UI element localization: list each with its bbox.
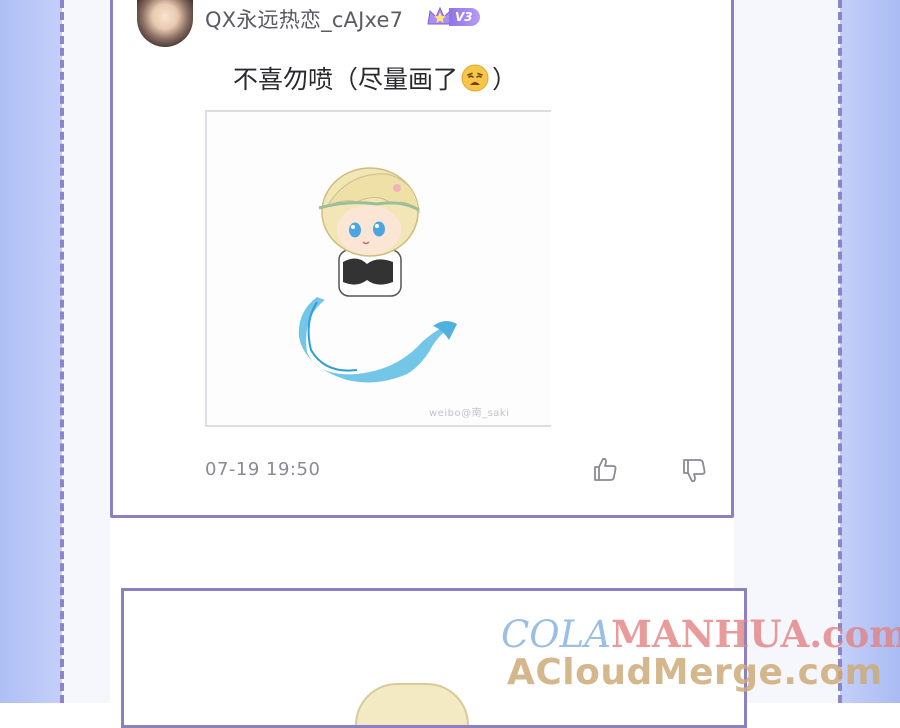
site-watermark-secondary: ACloudMerge.com xyxy=(507,652,883,693)
comment-text: 不喜勿喷（尽量画了 ） xyxy=(233,60,517,96)
right-decorative-strip xyxy=(840,0,900,703)
comment-text-body: 不喜勿喷（尽量画了 xyxy=(233,65,459,94)
thumbs-up-icon[interactable] xyxy=(591,455,619,483)
vip-badge: V3 xyxy=(425,5,480,29)
image-watermark: weibo@南_saki xyxy=(429,408,510,419)
vip-level-label: V3 xyxy=(449,8,480,26)
watermark-dotcom: .com xyxy=(809,612,900,656)
left-decorative-strip xyxy=(0,0,62,703)
chibi-mermaid-illustration xyxy=(298,167,457,383)
weary-face-emoji xyxy=(461,64,489,92)
watermark-manhua: MANHUA xyxy=(610,612,810,656)
comment-image[interactable]: weibo@南_saki xyxy=(205,110,551,427)
comment-timestamp: 07-19 19:50 xyxy=(205,459,321,480)
left-inner-band xyxy=(64,0,110,703)
right-dashed-border xyxy=(838,0,842,703)
thumbs-down-icon[interactable] xyxy=(680,457,708,485)
comment-text-end: ） xyxy=(492,65,518,94)
right-inner-band xyxy=(734,0,838,703)
watermark-cola: COLA xyxy=(501,613,611,656)
site-watermark-primary: COLAMANHUA.com xyxy=(501,612,900,656)
username[interactable]: QX永远热恋_cAJxe7 xyxy=(205,4,403,34)
left-dashed-border xyxy=(60,0,64,703)
